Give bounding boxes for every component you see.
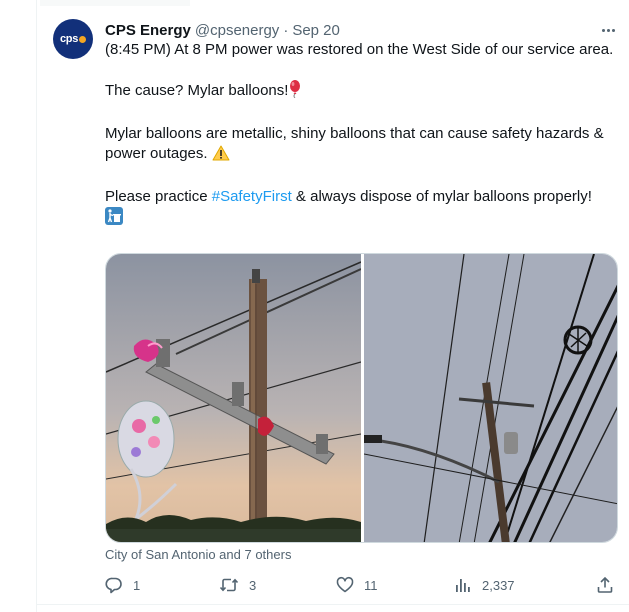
avatar-logo-text: cps bbox=[59, 33, 79, 45]
heart-icon bbox=[336, 576, 354, 594]
tweet-paragraph: (8:45 PM) At 8 PM power was restored on … bbox=[105, 40, 625, 60]
litter-in-bin-emoji-icon bbox=[105, 207, 123, 231]
reply-count: 1 bbox=[133, 577, 141, 593]
tweet-divider bbox=[37, 604, 629, 605]
share-icon bbox=[596, 576, 614, 594]
photo-power-lines[interactable] bbox=[364, 254, 617, 542]
balloon-emoji-icon bbox=[288, 80, 302, 104]
tweet-paragraph: The cause? Mylar balloons! bbox=[105, 80, 625, 104]
views-chart-icon bbox=[454, 576, 472, 594]
photo-balloons-on-pole[interactable] bbox=[106, 254, 361, 542]
repost-button[interactable]: 3 bbox=[219, 574, 256, 596]
warning-emoji-icon bbox=[212, 145, 230, 167]
avatar[interactable]: cps bbox=[53, 19, 93, 59]
tweet-paragraph: Mylar balloons are metallic, shiny ballo… bbox=[105, 124, 625, 167]
hashtag-link[interactable]: #SafetyFirst bbox=[212, 188, 292, 205]
author-handle[interactable]: @cpsenergy bbox=[195, 22, 279, 39]
media-grid bbox=[105, 253, 618, 543]
repost-icon bbox=[219, 576, 239, 594]
tweet-date[interactable]: Sep 20 bbox=[292, 22, 340, 39]
paragraph-text: Mylar balloons are metallic, shiny ballo… bbox=[105, 125, 604, 162]
paragraph-text: The cause? Mylar balloons! bbox=[105, 82, 289, 99]
paragraph-text: (8:45 PM) At 8 PM power was restored on … bbox=[105, 41, 614, 58]
tweet-actions-bar: 1 3 11 2,337 bbox=[0, 574, 629, 596]
view-count: 2,337 bbox=[482, 577, 515, 593]
media-tags-caption[interactable]: City of San Antonio and 7 others bbox=[105, 547, 291, 562]
tweet-header: CPS Energy @cpsenergy · Sep 20 bbox=[105, 20, 340, 40]
logo-sun-icon bbox=[79, 35, 87, 43]
like-button[interactable]: 11 bbox=[336, 574, 378, 596]
tweet-text: (8:45 PM) At 8 PM power was restored on … bbox=[105, 40, 625, 231]
author-name[interactable]: CPS Energy bbox=[105, 22, 191, 39]
repost-count: 3 bbox=[249, 577, 257, 593]
views-button[interactable]: 2,337 bbox=[454, 574, 515, 596]
more-options-icon[interactable] bbox=[598, 22, 618, 38]
paragraph-text: Please practice bbox=[105, 188, 212, 205]
share-button[interactable] bbox=[596, 574, 614, 596]
reply-icon bbox=[105, 576, 123, 594]
header-separator: · bbox=[283, 21, 289, 39]
tweet-paragraph: Please practice #SafetyFirst & always di… bbox=[105, 187, 625, 231]
timeline-left-border bbox=[36, 0, 37, 612]
like-count: 11 bbox=[364, 577, 378, 593]
paragraph-text: & always dispose of mylar balloons prope… bbox=[291, 188, 592, 205]
previous-tweet-edge bbox=[40, 0, 190, 6]
reply-button[interactable]: 1 bbox=[105, 574, 140, 596]
